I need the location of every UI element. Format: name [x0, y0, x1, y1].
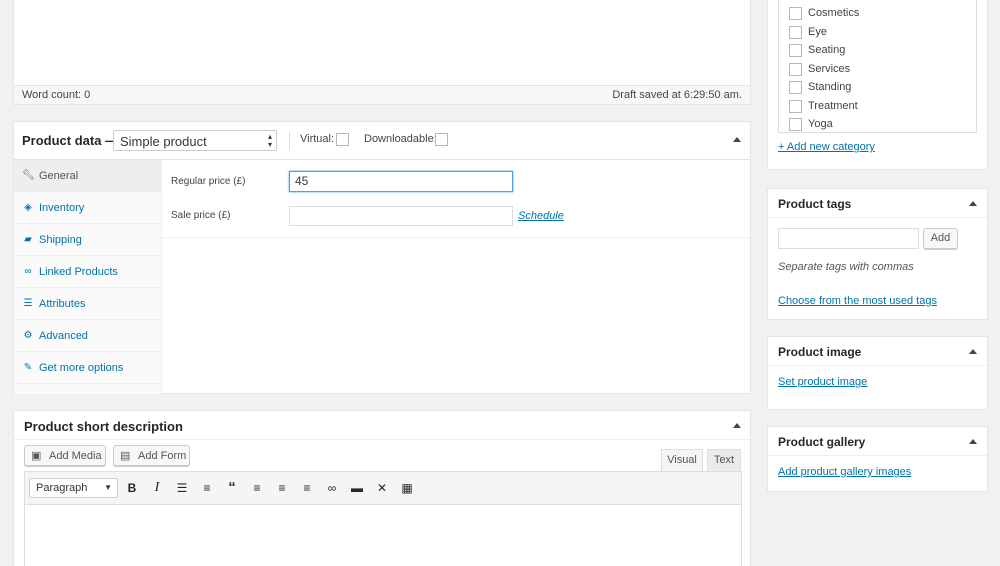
add-form-button[interactable]: ▤ Add Form: [113, 445, 190, 466]
gear-icon: ⚙: [23, 330, 33, 341]
product-tags-title: Product tags: [778, 197, 852, 211]
product-data-title: Product data —: [22, 133, 119, 148]
virtual-label: Virtual:: [300, 133, 335, 145]
content-editor[interactable]: Word count: 0 Draft saved at 6:29:50 am.: [13, 0, 751, 105]
product-gallery-title: Product gallery: [778, 435, 866, 449]
schedule-link[interactable]: Schedule: [518, 210, 564, 222]
regular-price-label: Regular price (£): [171, 176, 246, 187]
product-image-title: Product image: [778, 345, 862, 359]
divider: [162, 237, 750, 238]
divider: [289, 132, 290, 150]
collapse-toggle-icon[interactable]: [733, 423, 741, 428]
blockquote-icon[interactable]: “: [224, 480, 240, 495]
fullscreen-icon[interactable]: ✕: [374, 481, 390, 495]
add-gallery-images-link[interactable]: Add product gallery images: [778, 466, 911, 478]
divider: [14, 439, 750, 440]
form-icon: ▤: [120, 450, 131, 462]
tag-input[interactable]: [778, 228, 919, 249]
set-product-image-link[interactable]: Set product image: [778, 376, 867, 388]
bold-icon[interactable]: B: [124, 481, 140, 495]
short-description-editor[interactable]: [24, 505, 742, 566]
divider: [768, 365, 987, 366]
product-gallery-panel: Product gallery Add product gallery imag…: [767, 426, 988, 492]
category-checkbox[interactable]: [789, 26, 802, 39]
media-icon: ▣: [31, 450, 42, 462]
sale-price-input[interactable]: [289, 206, 513, 226]
select-arrows-icon: ▴ ▾: [267, 132, 272, 149]
draft-saved-status: Draft saved at 6:29:50 am.: [612, 89, 742, 101]
add-new-category-link[interactable]: + Add new category: [778, 141, 875, 153]
divider: [768, 217, 987, 218]
align-center-icon[interactable]: ≡: [274, 481, 290, 495]
tag-icon: ◈: [24, 202, 32, 213]
editor-toolbar: Paragraph ▼ B I ☰ ≡ “ ≡ ≡ ≡ ∞ ▬ ✕ ▦: [24, 471, 742, 505]
category-checkbox[interactable]: [789, 44, 802, 57]
plugin-icon: ✎: [23, 362, 33, 373]
tab-visual[interactable]: Visual: [661, 449, 703, 471]
category-checkbox[interactable]: [789, 7, 802, 20]
chevron-down-icon: ▼: [104, 483, 112, 492]
link-icon[interactable]: ∞: [324, 481, 340, 495]
align-left-icon[interactable]: ≡: [249, 481, 265, 495]
product-categories-panel: Cosmetics Eye Seating Services Standing …: [767, 0, 988, 170]
short-description-title: Product short description: [24, 419, 183, 434]
collapse-toggle-icon[interactable]: [733, 137, 741, 142]
sale-price-label: Sale price (£): [171, 210, 231, 221]
truck-icon: ▰: [24, 234, 32, 245]
align-right-icon[interactable]: ≡: [299, 481, 315, 495]
product-data-panel: Product data — Simple product ▴ ▾ Virtual…: [13, 121, 751, 394]
add-tag-button[interactable]: Add: [923, 228, 958, 249]
italic-icon[interactable]: I: [149, 481, 165, 495]
category-checkbox[interactable]: [789, 118, 802, 131]
collapse-toggle-icon[interactable]: [969, 349, 977, 354]
bullet-list-icon[interactable]: ☰: [174, 481, 190, 495]
toolbar-toggle-icon[interactable]: ▦: [399, 481, 415, 495]
numbered-list-icon[interactable]: ≡: [199, 481, 215, 495]
list-icon: ☰: [23, 298, 33, 309]
tab-text[interactable]: Text: [707, 449, 741, 471]
wrench-icon: 🔧︎: [22, 170, 35, 181]
word-count: Word count: 0: [22, 89, 91, 101]
product-image-panel: Product image Set product image: [767, 336, 988, 410]
product-tags-panel: Product tags Add Separate tags with comm…: [767, 188, 988, 320]
category-checkbox[interactable]: [789, 63, 802, 76]
product-data-header: Product data — Simple product ▴ ▾ Virtual…: [14, 122, 750, 160]
tab-inventory[interactable]: ◈ Inventory: [14, 192, 161, 224]
downloadable-label: Downloadable:: [364, 133, 437, 145]
read-more-icon[interactable]: ▬: [349, 481, 365, 495]
short-description-panel: Product short description ▣ Add Media ▤ …: [13, 410, 751, 566]
choose-most-used-tags-link[interactable]: Choose from the most used tags: [778, 295, 937, 307]
tags-hint: Separate tags with commas: [778, 261, 914, 273]
virtual-checkbox[interactable]: [336, 133, 349, 146]
tab-advanced[interactable]: ⚙ Advanced: [14, 320, 161, 352]
collapse-toggle-icon[interactable]: [969, 201, 977, 206]
format-select[interactable]: Paragraph ▼: [29, 478, 118, 498]
tab-attributes[interactable]: ☰ Attributes: [14, 288, 161, 320]
tab-general[interactable]: 🔧︎ General: [14, 160, 161, 192]
link-icon: ∞: [24, 266, 32, 277]
add-media-button[interactable]: ▣ Add Media: [24, 445, 106, 466]
collapse-toggle-icon[interactable]: [969, 439, 977, 444]
divider: [768, 455, 987, 456]
category-checkbox[interactable]: [789, 100, 802, 113]
tab-linked-products[interactable]: ∞ Linked Products: [14, 256, 161, 288]
product-type-select[interactable]: Simple product ▴ ▾: [113, 130, 277, 151]
product-data-tabs: 🔧︎ General ◈ Inventory ▰ Shipping ∞ Link…: [14, 160, 162, 394]
editor-status-bar: Word count: 0 Draft saved at 6:29:50 am.: [14, 85, 750, 104]
regular-price-input[interactable]: 45: [289, 171, 513, 192]
tab-get-more-options[interactable]: ✎ Get more options: [14, 352, 161, 384]
category-checkbox[interactable]: [789, 81, 802, 94]
category-list: Cosmetics Eye Seating Services Standing …: [778, 0, 977, 133]
tab-shipping[interactable]: ▰ Shipping: [14, 224, 161, 256]
downloadable-checkbox[interactable]: [435, 133, 448, 146]
